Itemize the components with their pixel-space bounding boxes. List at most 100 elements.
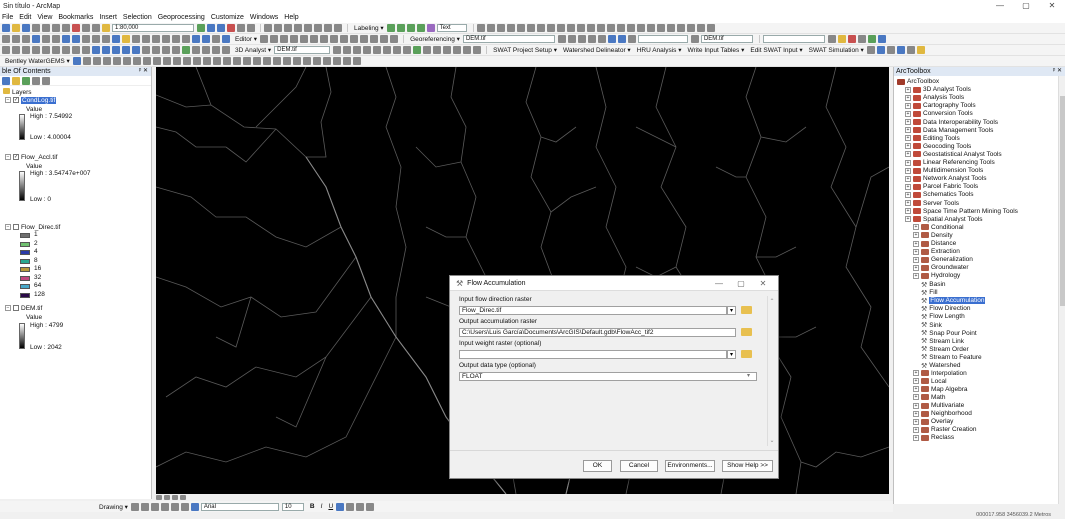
bentley-tool-icon[interactable] [102,57,111,65]
expand-icon[interactable]: + [913,232,919,239]
snap-icon[interactable] [350,35,359,43]
view-link-table-icon[interactable] [607,35,616,43]
draw-tool-icon[interactable] [626,24,635,32]
browse-folder-icon[interactable] [741,328,752,336]
bentley-tool-icon[interactable] [172,57,181,65]
toolset-item[interactable]: + Neighborhood [913,410,972,417]
menu-selection[interactable]: Selection [123,14,152,21]
bentley-tool-icon[interactable] [252,57,261,65]
grid-tool-icon[interactable] [212,46,220,54]
image-tool-icon[interactable] [857,35,866,43]
collapse-icon[interactable]: − [5,97,11,104]
collapse-icon[interactable]: − [5,305,11,312]
pointer-icon[interactable] [264,24,272,32]
add-control-points-icon[interactable] [587,35,596,43]
3d-tool-icon[interactable] [443,46,452,54]
data-view-tab-icon[interactable] [156,495,162,500]
bold-button[interactable]: B [310,503,315,510]
callout-icon[interactable] [180,502,189,511]
expand-icon[interactable]: + [913,418,919,425]
hru-analysis-menu[interactable]: HRU Analysis ▾ [637,46,682,54]
grid-tool-icon[interactable] [2,46,10,54]
3d-tool-icon[interactable] [473,46,482,54]
marker-color-icon[interactable] [366,502,375,511]
dialog-minimize-button[interactable]: — [708,276,730,291]
3d-tool-icon[interactable] [433,46,442,54]
toolbox-item[interactable]: +3D Analyst Tools [905,86,971,93]
bentley-tool-icon[interactable] [312,57,321,65]
expand-icon[interactable]: + [913,224,919,231]
new-map-icon[interactable] [2,24,10,32]
text-icon[interactable] [170,502,179,511]
draw-tool-icon[interactable] [666,24,675,32]
draw-tool-icon[interactable] [516,24,525,32]
grid-tool-icon[interactable] [72,46,80,54]
layer-name[interactable]: Flow_Direc.tif [21,224,60,231]
expand-icon[interactable]: + [913,386,919,393]
bentley-tool-icon[interactable] [332,57,341,65]
toolbox-item[interactable]: + Parcel Fabric Tools [905,183,978,190]
bentley-tool-icon[interactable] [72,57,81,65]
menu-view[interactable]: View [37,14,52,21]
toolset-item[interactable]: + Extraction [913,248,960,255]
bentley-tool-icon[interactable] [142,57,151,65]
bentley-tool-icon[interactable] [162,57,171,65]
edit-swat-input-menu[interactable]: Edit SWAT Input ▾ [750,46,802,54]
input-flow-direction-dropdown[interactable]: ▾ [727,306,736,315]
layer-visibility-checkbox[interactable]: ✓ [13,154,19,161]
3d-tool-icon[interactable] [363,46,372,54]
layer-visibility-checkbox[interactable] [13,224,19,231]
tool-item[interactable]: ⚒ Flow Length [921,313,965,321]
scale-raster-icon[interactable] [577,35,586,43]
layers-group[interactable]: Layers [3,88,32,96]
tool-item[interactable]: ⚒ Stream to Feature [921,353,982,362]
underline-button[interactable]: U [328,503,333,510]
scroll-down-icon[interactable]: ⌄ [768,437,776,444]
line-color-icon[interactable] [356,502,365,511]
bentley-tool-icon[interactable] [182,57,191,65]
bentley-tool-icon[interactable] [342,57,351,65]
watershed-delineator-menu[interactable]: Watershed Delineator ▾ [563,46,631,54]
zoom-out-icon[interactable] [12,35,20,43]
menu-geoprocessing[interactable]: Geoprocessing [158,14,205,21]
list-by-selection-icon[interactable] [32,76,40,85]
swat-tool-icon[interactable] [866,46,875,54]
toolset-item[interactable]: + Groundwater [913,264,969,271]
rotate-icon[interactable] [324,24,332,32]
expand-icon[interactable]: + [905,191,911,198]
scrollbar-thumb[interactable] [1060,96,1065,306]
bentley-tool-icon[interactable] [242,57,251,65]
image-tool-icon[interactable] [827,35,836,43]
draw-tool-icon[interactable] [706,24,715,32]
menu-file[interactable]: File [2,14,13,21]
image-layer-combo[interactable]: DEM.tif [700,35,753,43]
draw-tool-icon[interactable] [566,24,575,32]
image-tool-icon[interactable] [867,35,876,43]
model-builder-icon[interactable] [247,24,255,32]
list-by-drawing-order-icon[interactable] [2,76,10,85]
3d-tool-icon[interactable] [353,46,362,54]
expand-icon[interactable]: + [905,127,911,134]
straight-segment-icon[interactable] [370,35,379,43]
expand-icon[interactable]: + [913,378,919,385]
grid-tool-icon[interactable] [62,46,70,54]
tool-item[interactable]: ⚒ Watershed [921,362,960,370]
grid-tool-icon[interactable] [202,46,210,54]
bentley-tool-icon[interactable] [132,57,141,65]
menu-edit[interactable]: Edit [19,14,31,21]
tool-item[interactable]: ⚒ Stream Order [921,345,969,354]
refresh-view-icon[interactable] [172,495,178,500]
grid-tool-icon[interactable] [182,46,190,54]
grid-tool-icon[interactable] [142,46,150,54]
expand-icon[interactable]: + [905,86,911,93]
grid-tool-icon[interactable] [22,46,30,54]
find-route-icon[interactable] [162,35,170,43]
input-weight-field[interactable] [459,350,727,359]
grid-tool-icon[interactable] [152,46,160,54]
draw-tool-icon[interactable] [556,24,565,32]
full-extent-icon[interactable] [32,35,40,43]
expand-icon[interactable]: + [905,175,911,182]
font-name-combo[interactable]: Arial [200,502,279,511]
draw-tool-icon[interactable] [636,24,645,32]
draw-tool-icon[interactable] [526,24,535,32]
